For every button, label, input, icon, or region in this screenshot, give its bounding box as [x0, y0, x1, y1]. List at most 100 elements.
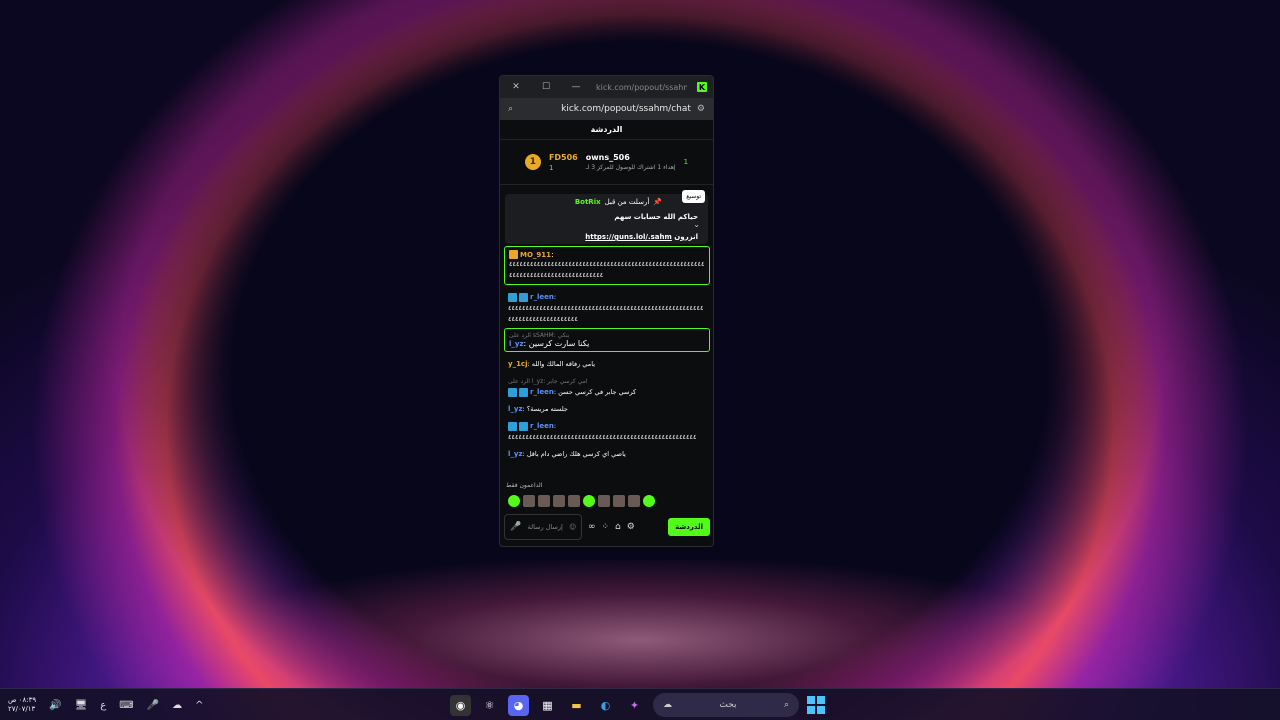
gear-icon[interactable]: ⚙ [627, 522, 635, 532]
message-input[interactable]: 🎤 إرسال رسالة ☺ [504, 514, 582, 540]
window-title: kick.com/popout/ssahm/ch... [596, 82, 687, 92]
avatar[interactable] [613, 495, 625, 507]
message-user[interactable]: r_leen [530, 388, 554, 396]
message-text: ٤٤٤٤٤٤٤٤٤٤٤٤٤٤٤٤٤٤٤٤٤٤٤٤٤٤٤٤٤٤٤٤٤٤٤٤٤٤٤٤… [508, 433, 697, 441]
message-user[interactable]: l_yz [508, 450, 523, 458]
avatar[interactable] [583, 495, 595, 507]
list-item: r_leen: ٤٤٤٤٤٤٤٤٤٤٤٤٤٤٤٤٤٤٤٤٤٤٤٤٤٤٤٤٤٤٤٤… [504, 289, 710, 328]
url-field[interactable]: kick.com/popout/ssahm/chat [519, 104, 691, 114]
sub-badge-icon [508, 387, 517, 397]
message-text: جلسته مريسة؟ [526, 405, 568, 413]
list-item: l_yz: جلسته مريسة؟ [508, 405, 568, 413]
network-icon[interactable]: 🖥 [75, 700, 88, 711]
top-user[interactable]: FD506 [549, 153, 578, 162]
kick-logo-icon: K [697, 82, 707, 92]
list-item: r_leen: ٤٤٤٤٤٤٤٤٤٤٤٤٤٤٤٤٤٤٤٤٤٤٤٤٤٤٤٤٤٤٤٤… [504, 418, 710, 446]
chat-input-bar: 🎤 إرسال رسالة ☺ ∞ ⁘ ⌂ ⚙ الدردشة [504, 514, 710, 540]
store-icon[interactable]: ⌂ [615, 522, 621, 532]
avatar[interactable] [523, 495, 535, 507]
taskbar: ٠٨:٣٩ ص ٢٧/٠٧/١٣ 🔊 🖥 ع ⌨ 🎤 ☁ ^ ◉ ⚛ ◕ ▦ ▬… [0, 688, 1280, 720]
chat-header: الدردشة [500, 120, 713, 140]
discord-icon[interactable]: ◕ [508, 694, 529, 716]
message-user[interactable]: r_leen [530, 422, 554, 430]
pinned-link[interactable]: https://guns.lol/.sahm [585, 233, 672, 241]
list-item: الرد على l_yz: امي كرسي جابر r_leen: كرس… [504, 373, 710, 401]
rank-medal-icon: 1 [524, 154, 541, 170]
keyboard-icon[interactable]: ⌨ [119, 700, 133, 711]
chrome-icon[interactable]: ◉ [450, 694, 471, 716]
expand-tooltip: توسيع [682, 190, 705, 203]
pinned-sent-by: أرسلت من قبل [604, 198, 650, 206]
taskbar-apps: ◉ ⚛ ◕ ▦ ▬ ◐ ✦ ☁ بحث ⌕ [450, 689, 825, 720]
avatar[interactable] [553, 495, 565, 507]
message-user[interactable]: l_yz [509, 340, 524, 348]
file-explorer-icon[interactable]: ▬ [566, 695, 587, 716]
minimize-icon[interactable]: — [566, 82, 586, 92]
chevron-down-icon[interactable]: ⌄ [693, 220, 700, 229]
chevron-up-icon[interactable]: ^ [195, 700, 203, 711]
second-user[interactable]: owns_506 [586, 153, 676, 162]
copilot-icon[interactable]: ✦ [624, 695, 645, 716]
game-icon[interactable]: ⚛ [479, 695, 500, 716]
sub-badge-icon [508, 292, 517, 302]
sub-badge-icon [519, 292, 528, 302]
top-user-count: 1 [548, 163, 554, 172]
message-list: MO_911: ٤٤٤٤٤٤٤٤٤٤٤٤٤٤٤٤٤٤٤٤٤٤٤٤٤٤٤٤٤٤٤٤… [504, 246, 710, 463]
list-item: y_1cj: يامي رفاقه المالك والله [508, 360, 596, 368]
clock[interactable]: ٠٨:٣٩ ص ٢٧/٠٧/١٣ [8, 696, 36, 714]
avatar[interactable] [598, 495, 610, 507]
pinned-bot-name[interactable]: BotRix [575, 198, 601, 206]
list-item: l_yz: ياصي اي كرسي هلك راضي دام باقل [508, 450, 626, 458]
list-item: MO_911: ٤٤٤٤٤٤٤٤٤٤٤٤٤٤٤٤٤٤٤٤٤٤٤٤٤٤٤٤٤٤٤٤… [504, 246, 710, 285]
site-settings-icon[interactable]: ⚙ [697, 104, 705, 114]
supporters-label: الداعمون فقط [506, 482, 543, 489]
windows-start-icon[interactable] [807, 696, 825, 714]
clock-date: ٢٧/٠٧/١٣ [8, 705, 36, 713]
avatar[interactable] [628, 495, 640, 507]
message-text: يكنا سارت كرسين [528, 339, 590, 348]
infinity-icon[interactable]: ∞ [588, 522, 596, 532]
language-indicator[interactable]: ع [100, 700, 106, 711]
zoom-icon[interactable]: ⌕ [508, 104, 513, 114]
avatar[interactable] [568, 495, 580, 507]
store-app-icon[interactable]: ▦ [537, 695, 558, 716]
reply-context: الرد على l_yz: امي كرسي جابر [508, 378, 588, 385]
message-text: ٤٤٤٤٤٤٤٤٤٤٤٤٤٤٤٤٤٤٤٤٤٤٤٤٤٤٤٤٤٤٤٤٤٤٤٤٤٤٤٤… [509, 260, 705, 279]
close-icon[interactable]: ✕ [506, 82, 526, 92]
avatar[interactable] [643, 495, 655, 507]
message-user[interactable]: r_leen [530, 293, 554, 301]
system-tray: ٠٨:٣٩ ص ٢٧/٠٧/١٣ 🔊 🖥 ع ⌨ 🎤 ☁ ^ [8, 689, 204, 720]
leaderboard: 1 FD506 1 owns_506 إهداء 1 اشتراك للوصول… [500, 140, 713, 185]
leaderboard-subtext: إهداء 1 اشتراك للوصول للمركز 3 لـ [585, 164, 676, 171]
cloud-icon[interactable]: ☁ [172, 700, 182, 711]
users-icon[interactable]: ⁘ [602, 522, 610, 532]
emoji-icon[interactable]: ☺ [569, 523, 576, 531]
avatar[interactable] [538, 495, 550, 507]
maximize-icon[interactable]: ☐ [536, 82, 556, 92]
message-placeholder: إرسال رسالة [527, 523, 563, 531]
list-item: الرد على sSAHM: بنكي l_yz: يكنا سارت كرس… [504, 328, 710, 352]
mic-icon[interactable]: 🎤 [510, 522, 521, 532]
message-text: كرسي جابر في كرسي حسن [558, 388, 637, 396]
search-placeholder: بحث [719, 700, 737, 710]
chat-popout-window: ✕ ☐ — kick.com/popout/ssahm/ch... K ⌕ ki… [499, 75, 714, 547]
clock-time: ٠٨:٣٩ ص [8, 696, 37, 704]
sub-badge-icon [519, 421, 528, 431]
message-user[interactable]: MO_911 [520, 251, 551, 259]
edge-icon[interactable]: ◐ [595, 695, 616, 716]
supporter-avatars [508, 495, 655, 507]
taskbar-search[interactable]: ☁ بحث ⌕ [653, 693, 799, 717]
message-user[interactable]: y_1cj [508, 360, 527, 368]
message-text: يامي رفاقه المالك والله [531, 360, 596, 368]
pinned-line2-prefix: انزرون [674, 233, 698, 241]
avatar[interactable] [508, 495, 520, 507]
title-bar: ✕ ☐ — kick.com/popout/ssahm/ch... K [500, 76, 713, 98]
address-bar: ⌕ kick.com/popout/ssahm/chat ⚙ [500, 98, 713, 120]
crown-badge-icon [509, 250, 518, 259]
chat-button[interactable]: الدردشة [668, 518, 710, 536]
mic-tray-icon[interactable]: 🎤 [147, 700, 159, 711]
pinned-message[interactable]: توسيع BotRix أرسلت من قبل 📌 حياكم الله ح… [505, 190, 708, 244]
volume-icon[interactable]: 🔊 [49, 700, 61, 711]
message-user[interactable]: l_yz [508, 405, 523, 413]
reply-context: الرد على sSAHM: بنكي [509, 332, 570, 339]
